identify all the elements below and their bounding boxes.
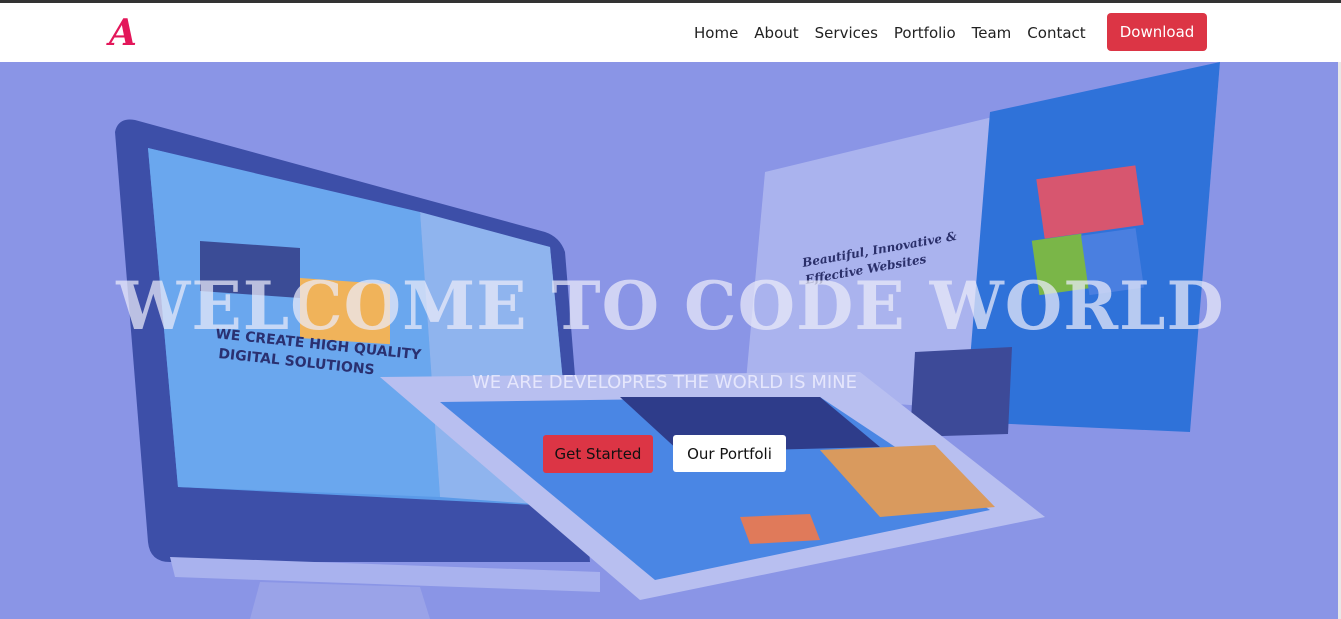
logo[interactable]: A	[106, 13, 140, 53]
our-portfolio-button[interactable]: Our Portfoli	[673, 435, 786, 472]
hero-subtitle: WE ARE DEVELOPRES THE WORLD IS MINE	[471, 372, 857, 393]
nav-contact[interactable]: Contact	[1027, 24, 1085, 42]
main-nav: Home About Services Portfolio Team Conta…	[694, 3, 1102, 62]
nav-portfolio[interactable]: Portfolio	[894, 24, 956, 42]
download-button[interactable]: Download	[1107, 13, 1207, 51]
nav-about[interactable]: About	[754, 24, 798, 42]
get-started-button[interactable]: Get Started	[543, 435, 653, 473]
navbar: A Home About Services Portfolio Team Con…	[0, 3, 1341, 62]
nav-services[interactable]: Services	[815, 24, 878, 42]
hero-section: WE CREATE HIGH QUALITY DIGITAL SOLUTIONS…	[0, 62, 1341, 619]
hero-title: WELCOME TO CODE WORLD	[116, 267, 1225, 345]
nav-team[interactable]: Team	[972, 24, 1012, 42]
monitor-illustration: WE CREATE HIGH QUALITY DIGITAL SOLUTIONS	[115, 119, 600, 619]
nav-home[interactable]: Home	[694, 24, 738, 42]
